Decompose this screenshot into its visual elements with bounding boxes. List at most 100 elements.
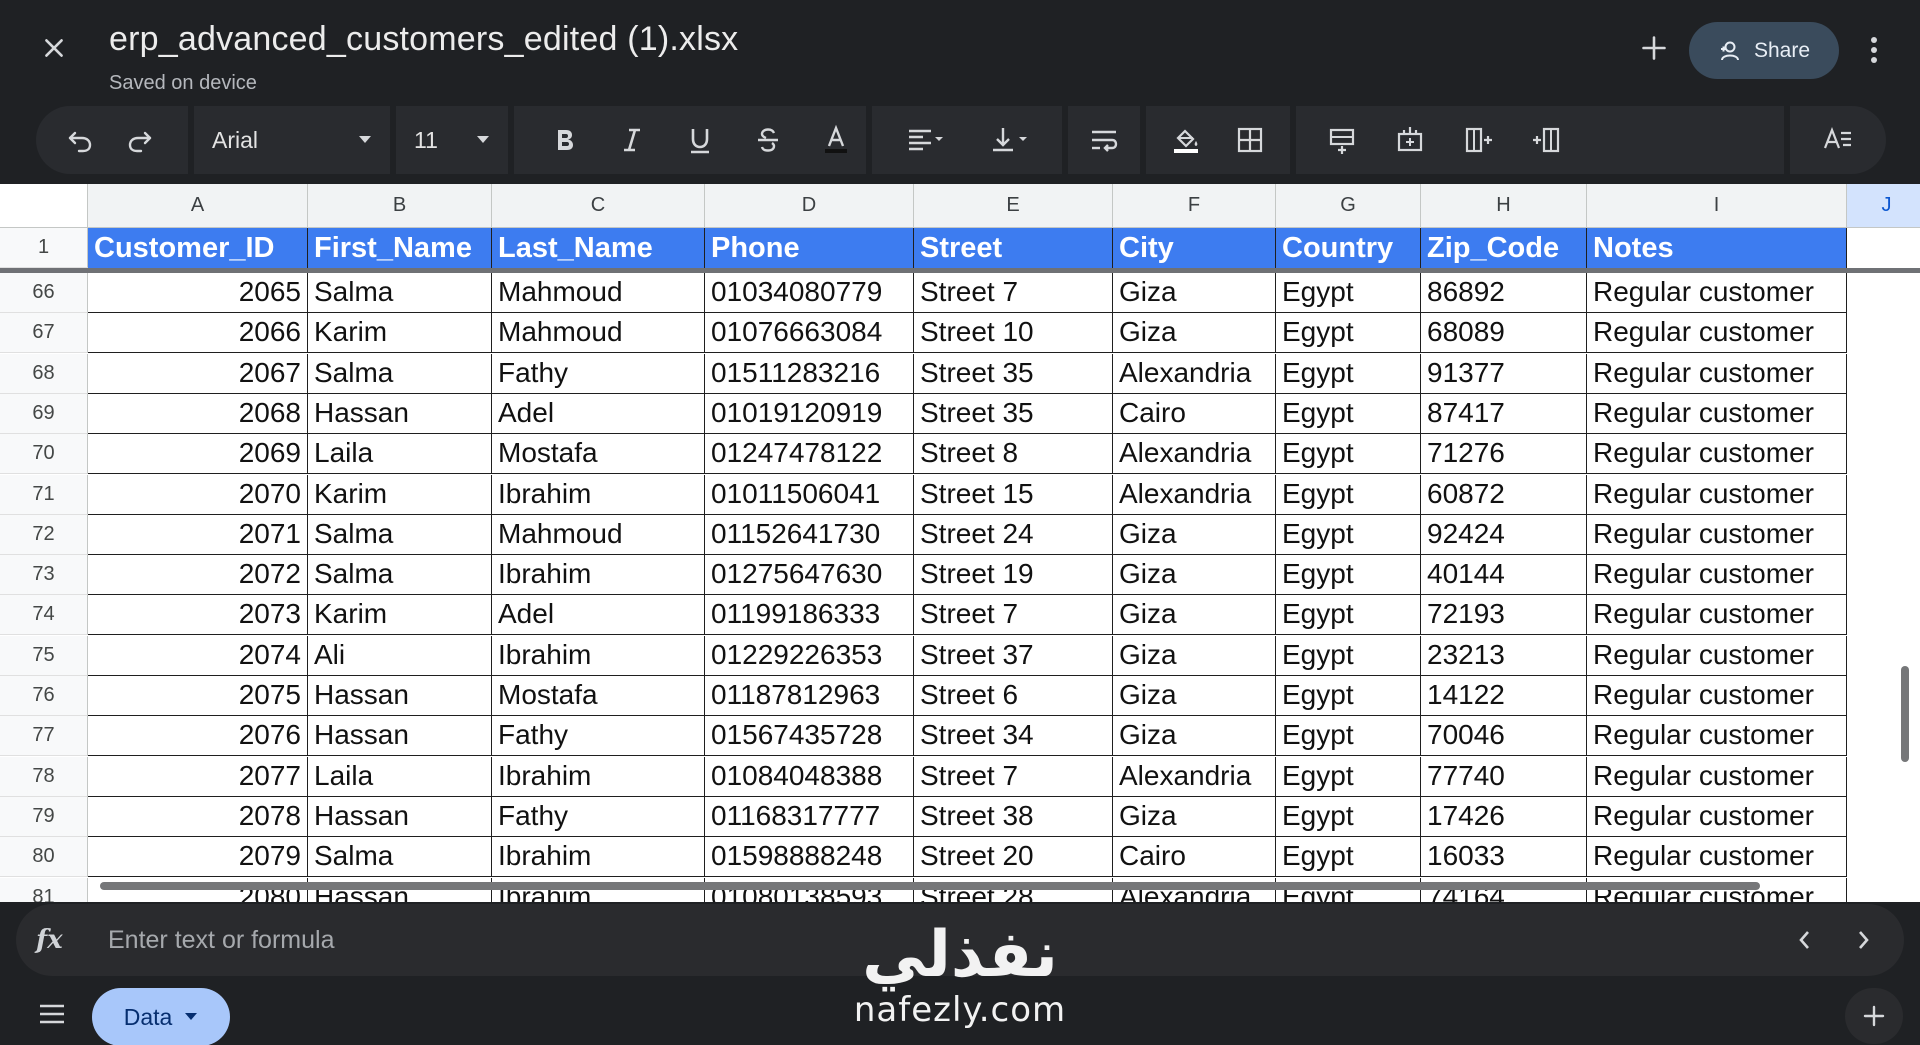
table-cell[interactable]: Karim [308, 595, 492, 635]
more-options-button[interactable] [1856, 30, 1892, 70]
table-cell[interactable]: 01247478122 [705, 434, 914, 474]
fill-color-button[interactable] [1156, 110, 1216, 170]
formula-input[interactable]: Enter text or formula [108, 926, 1774, 955]
header-cell[interactable]: Street [914, 228, 1113, 268]
table-cell[interactable]: Karim [308, 313, 492, 353]
add-sheet-button[interactable] [1845, 988, 1903, 1044]
insert-column-button[interactable] [1448, 110, 1508, 170]
table-cell[interactable]: Ibrahim [492, 555, 705, 595]
table-cell[interactable]: 40144 [1421, 555, 1587, 595]
table-cell[interactable]: Salma [308, 354, 492, 394]
table-cell[interactable]: Egypt [1276, 555, 1421, 595]
table-cell[interactable]: 01199186333 [705, 595, 914, 635]
table-cell[interactable]: 01567435728 [705, 716, 914, 756]
table-cell[interactable]: Laila [308, 434, 492, 474]
header-cell[interactable]: City [1113, 228, 1276, 268]
insert-row-below-button[interactable] [1380, 110, 1440, 170]
header-cell[interactable]: Customer_ID [88, 228, 308, 268]
undo-button[interactable] [50, 110, 110, 170]
table-cell[interactable]: Adel [492, 595, 705, 635]
table-cell[interactable]: Street 15 [914, 475, 1113, 515]
row-header[interactable]: 74 [0, 595, 88, 635]
table-cell[interactable]: Salma [308, 515, 492, 555]
table-cell[interactable]: Egypt [1276, 595, 1421, 635]
italic-button[interactable] [602, 110, 662, 170]
table-cell[interactable]: Salma [308, 837, 492, 877]
row-header[interactable]: 73 [0, 555, 88, 595]
vertical-align-button[interactable] [974, 110, 1044, 170]
table-cell[interactable]: 86892 [1421, 273, 1587, 313]
table-cell[interactable]: Egypt [1276, 837, 1421, 877]
spreadsheet-grid[interactable]: ABCDEFGHIJ 1 Customer_ID First_Name Last_Na… [0, 184, 1920, 902]
sheets-menu-button[interactable] [34, 996, 70, 1032]
table-cell[interactable]: Egypt [1276, 475, 1421, 515]
table-cell[interactable]: Egypt [1276, 434, 1421, 474]
insert-row-above-button[interactable] [1312, 110, 1372, 170]
row-header[interactable]: 69 [0, 394, 88, 434]
table-cell[interactable]: Street 8 [914, 434, 1113, 474]
table-cell[interactable]: Street 37 [914, 636, 1113, 676]
table-cell[interactable]: Street 19 [914, 555, 1113, 595]
font-family-select[interactable]: Arial [194, 127, 390, 154]
table-cell[interactable]: Hassan [308, 797, 492, 837]
table-cell[interactable]: Regular customer [1587, 676, 1847, 716]
table-cell[interactable]: Street 35 [914, 354, 1113, 394]
row-header[interactable]: 71 [0, 475, 88, 515]
table-cell[interactable]: Street 7 [914, 757, 1113, 797]
table-cell[interactable]: Ali [308, 636, 492, 676]
table-cell[interactable]: Regular customer [1587, 595, 1847, 635]
table-cell[interactable]: Karim [308, 475, 492, 515]
table-cell[interactable]: Egypt [1276, 394, 1421, 434]
table-cell[interactable]: 01084048388 [705, 757, 914, 797]
row-header[interactable]: 81 [0, 878, 88, 902]
table-cell[interactable]: 68089 [1421, 313, 1587, 353]
previous-cell-button[interactable] [1774, 910, 1834, 970]
table-cell[interactable]: Street 34 [914, 716, 1113, 756]
row-header[interactable]: 77 [0, 716, 88, 756]
table-cell[interactable]: Street 35 [914, 394, 1113, 434]
table-cell[interactable]: Ibrahim [492, 757, 705, 797]
table-cell[interactable]: 60872 [1421, 475, 1587, 515]
table-cell[interactable]: Ibrahim [492, 837, 705, 877]
table-cell[interactable]: 01076663084 [705, 313, 914, 353]
table-cell[interactable]: 14122 [1421, 676, 1587, 716]
table-cell[interactable]: Egypt [1276, 797, 1421, 837]
row-header[interactable]: 80 [0, 837, 88, 877]
table-cell[interactable]: Regular customer [1587, 515, 1847, 555]
table-cell[interactable]: Street 7 [914, 595, 1113, 635]
horizontal-align-button[interactable] [890, 110, 960, 170]
header-cell[interactable]: Phone [705, 228, 914, 268]
column-header-h[interactable]: H [1421, 184, 1587, 228]
row-header[interactable]: 1 [0, 228, 88, 268]
table-cell[interactable]: Egypt [1276, 716, 1421, 756]
table-cell[interactable]: Mostafa [492, 676, 705, 716]
table-cell[interactable]: Hassan [308, 394, 492, 434]
table-cell[interactable]: Street 38 [914, 797, 1113, 837]
table-cell[interactable]: 87417 [1421, 394, 1587, 434]
bold-button[interactable] [534, 110, 594, 170]
text-wrap-button[interactable] [1074, 110, 1134, 170]
table-cell[interactable]: 70046 [1421, 716, 1587, 756]
column-header-e[interactable]: E [914, 184, 1113, 228]
table-cell[interactable]: Giza [1113, 515, 1276, 555]
table-cell[interactable]: Regular customer [1587, 313, 1847, 353]
table-cell[interactable]: Fathy [492, 797, 705, 837]
table-cell[interactable]: Egypt [1276, 354, 1421, 394]
table-cell[interactable]: Alexandria [1113, 354, 1276, 394]
table-cell[interactable]: Giza [1113, 636, 1276, 676]
header-cell[interactable]: Notes [1587, 228, 1847, 268]
table-cell[interactable]: Adel [492, 394, 705, 434]
table-cell[interactable]: 2078 [88, 797, 308, 837]
table-cell[interactable]: 71276 [1421, 434, 1587, 474]
table-cell[interactable]: Regular customer [1587, 354, 1847, 394]
table-cell[interactable]: Regular customer [1587, 837, 1847, 877]
table-cell[interactable]: 2072 [88, 555, 308, 595]
font-size-select[interactable]: 11 [396, 127, 508, 154]
table-cell[interactable]: 17426 [1421, 797, 1587, 837]
table-cell[interactable]: Giza [1113, 595, 1276, 635]
table-cell[interactable]: Regular customer [1587, 434, 1847, 474]
column-header-b[interactable]: B [308, 184, 492, 228]
column-header-c[interactable]: C [492, 184, 705, 228]
table-cell[interactable]: 01011506041 [705, 475, 914, 515]
table-cell[interactable]: Regular customer [1587, 273, 1847, 313]
